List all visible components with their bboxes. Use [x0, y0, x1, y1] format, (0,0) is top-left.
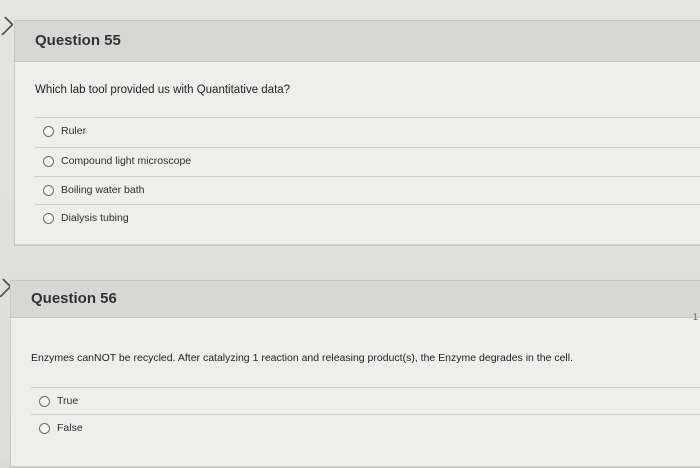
option-label: Dialysis tubing: [61, 212, 129, 224]
question-55-option-3[interactable]: Boiling water bath: [35, 176, 700, 203]
radio-button-icon[interactable]: [43, 212, 54, 224]
question-pointer-icon: [0, 16, 14, 36]
edge-page-number: 1: [692, 312, 698, 322]
option-label: False: [57, 422, 83, 434]
quiz-page: Question 55 Which lab tool provided us w…: [0, 0, 700, 468]
question-55-option-4[interactable]: Dialysis tubing: [35, 204, 700, 231]
option-label: True: [57, 395, 79, 407]
option-label: Ruler: [61, 125, 87, 137]
radio-button-icon[interactable]: [39, 395, 50, 407]
question-56-option-true[interactable]: True: [31, 387, 700, 414]
question-55-option-1[interactable]: Ruler: [35, 117, 700, 144]
question-55-title: Question 55: [35, 32, 121, 49]
question-56-title: Question 56: [31, 290, 117, 307]
radio-button-icon[interactable]: [43, 125, 54, 137]
question-56-option-false[interactable]: False: [31, 414, 700, 441]
radio-button-icon[interactable]: [39, 422, 50, 434]
question-56-header: Question 56: [11, 281, 700, 318]
option-label: Compound light microscope: [61, 155, 192, 167]
question-56-card: Question 56 Enzymes canNOT be recycled. …: [10, 280, 700, 468]
question-56-prompt: Enzymes canNOT be recycled. After cataly…: [31, 352, 573, 364]
radio-button-icon[interactable]: [43, 155, 54, 167]
question-55-card: Question 55 Which lab tool provided us w…: [14, 20, 700, 246]
option-label: Boiling water bath: [61, 184, 145, 196]
question-55-header: Question 55: [15, 21, 700, 62]
radio-button-icon[interactable]: [43, 184, 54, 196]
question-55-option-2[interactable]: Compound light microscope: [35, 147, 700, 174]
question-55-prompt: Which lab tool provided us with Quantita…: [35, 84, 291, 96]
